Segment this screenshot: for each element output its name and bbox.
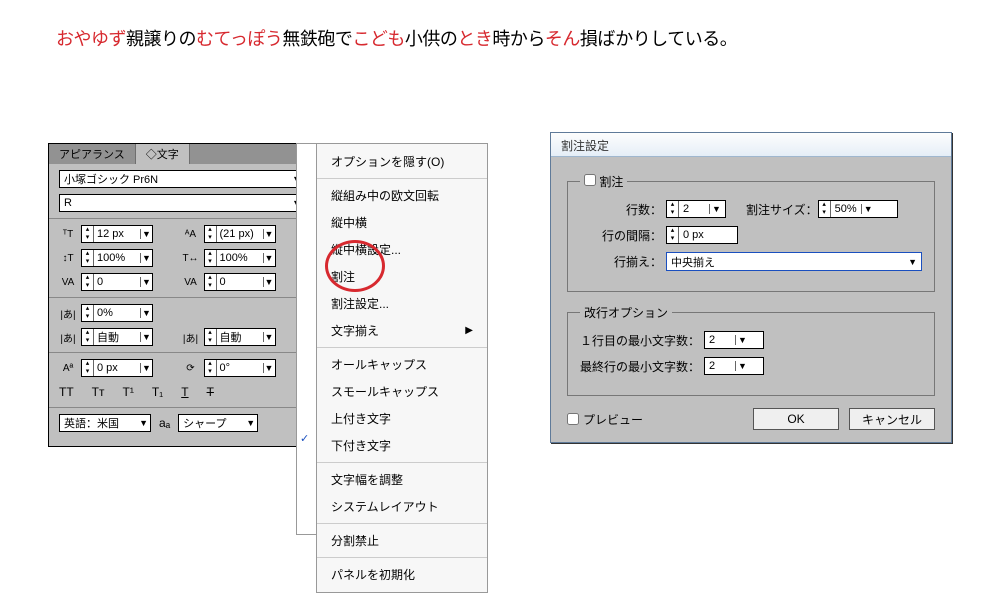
font-size-icon: ᵀT: [59, 225, 77, 243]
dialog-title: 割注設定: [551, 133, 951, 157]
language-select[interactable]: 英語：米国▼: [59, 414, 151, 432]
break-legend: 改行オプション: [580, 304, 672, 321]
rotation-icon: ⟳: [182, 359, 200, 377]
baseline-input[interactable]: ▴▾0 px▼: [81, 359, 153, 377]
menu-superscript[interactable]: 上付き文字: [317, 405, 487, 432]
font-weight-select[interactable]: R▼: [59, 194, 304, 212]
preview-checkbox[interactable]: [567, 413, 579, 425]
warichu-fieldset: 割注 行数： ▴▾2▼ 割注サイズ： ▴▾50%▼ 行の間隔： ▴▾0 px 行…: [567, 173, 935, 292]
menu-allcaps[interactable]: オールキャップス: [317, 351, 487, 378]
hscale-input[interactable]: ▴▾100%▼: [204, 249, 276, 267]
menu-tatechuyoko[interactable]: 縦中横: [317, 209, 487, 236]
menu-system-layout[interactable]: システムレイアウト: [317, 493, 487, 520]
gap-input[interactable]: ▴▾0 px: [666, 226, 738, 244]
leading-input[interactable]: ▴▾(21 px)▼: [204, 225, 276, 243]
cancel-button[interactable]: キャンセル: [849, 408, 935, 430]
menu-tatechuyoko-settings[interactable]: 縦中横設定...: [317, 236, 487, 263]
superscript-toggle[interactable]: T¹: [123, 385, 134, 399]
gap-label: 行の間隔：: [580, 227, 666, 244]
smallcaps-toggle[interactable]: Tᴛ: [92, 385, 105, 399]
kerning-input[interactable]: ▴▾0▼: [81, 273, 153, 291]
warichu-checkbox[interactable]: [584, 174, 596, 186]
rotation-input[interactable]: ▴▾0°▼: [204, 359, 276, 377]
baseline-icon: Aª: [59, 359, 77, 377]
tracking-input[interactable]: ▴▾0▼: [204, 273, 276, 291]
kerning-icon: VA: [59, 273, 77, 291]
align-label: 行揃え：: [580, 253, 666, 270]
menu-reset-panel[interactable]: パネルを初期化: [317, 561, 487, 588]
menu-warichu[interactable]: 割注: [317, 263, 487, 290]
menu-subscript[interactable]: 下付き文字: [317, 432, 487, 459]
character-panel: アピアランス ◇文字 ▾≡ 小塚ゴシック Pr6N▼ R▼ ᵀT▴▾12 px▼…: [48, 143, 315, 447]
size-input[interactable]: ▴▾50%▼: [818, 200, 898, 218]
tab-character[interactable]: ◇文字: [136, 144, 190, 164]
panel-flyout-menu: オプションを隠す(O) 縦組み中の欧文回転 縦中横 縦中横設定... 割注 割注…: [316, 143, 488, 593]
sample-sentence: おやゆず親譲りのむてっぽう無鉄砲でこども小供のとき時からそん損ばかりしている。: [56, 25, 737, 51]
menu-check-column: [296, 143, 316, 535]
menu-tatechuyoko-rotation[interactable]: 縦組み中の欧文回転: [317, 182, 487, 209]
underline-toggle[interactable]: T: [181, 385, 188, 399]
strike-toggle[interactable]: T: [207, 385, 214, 399]
lines-label: 行数：: [580, 201, 666, 218]
firstmin-input[interactable]: 2▼: [704, 331, 764, 349]
align-select[interactable]: 中央揃え▼: [666, 252, 922, 271]
lines-input[interactable]: ▴▾2▼: [666, 200, 726, 218]
break-fieldset: 改行オプション １行目の最小文字数： 2▼ 最終行の最小文字数： 2▼: [567, 304, 935, 396]
tab-appearance[interactable]: アピアランス: [49, 144, 136, 164]
antialias-label: aₐ: [159, 416, 170, 430]
aki-right-icon: |あ|: [182, 328, 200, 346]
menu-nobreak[interactable]: 分割禁止: [317, 527, 487, 554]
panel-tabbar: アピアランス ◇文字 ▾≡: [49, 144, 314, 164]
menu-proportional[interactable]: 文字幅を調整: [317, 466, 487, 493]
subscript-toggle[interactable]: T₁: [152, 385, 163, 399]
hscale-icon: T↔: [182, 249, 200, 267]
warichu-legend: 割注: [580, 173, 627, 190]
tracking-icon: VA: [182, 273, 200, 291]
menu-char-align[interactable]: 文字揃え▶: [317, 317, 487, 344]
aki-right-input[interactable]: ▴▾自動▼: [204, 328, 276, 346]
font-family-select[interactable]: 小塚ゴシック Pr6N▼: [59, 170, 304, 188]
ok-button[interactable]: OK: [753, 408, 839, 430]
leading-icon: ᴬA: [182, 225, 200, 243]
aki-before-input[interactable]: ▴▾0%▼: [81, 304, 153, 322]
size-label: 割注サイズ：: [746, 201, 818, 218]
menu-warichu-settings[interactable]: 割注設定...: [317, 290, 487, 317]
lastmin-label: 最終行の最小文字数：: [580, 358, 704, 375]
menu-smallcaps[interactable]: スモールキャップス: [317, 378, 487, 405]
aki-left-icon: |あ|: [59, 328, 77, 346]
font-size-input[interactable]: ▴▾12 px▼: [81, 225, 153, 243]
preview-checkbox-label[interactable]: プレビュー: [567, 411, 643, 428]
aki-left-input[interactable]: ▴▾自動▼: [81, 328, 153, 346]
aki-before-icon: |あ|: [59, 304, 77, 322]
warichu-dialog: 割注設定 割注 行数： ▴▾2▼ 割注サイズ： ▴▾50%▼ 行の間隔： ▴▾0…: [550, 132, 952, 443]
vscale-input[interactable]: ▴▾100%▼: [81, 249, 153, 267]
vscale-icon: ↕T: [59, 249, 77, 267]
allcaps-toggle[interactable]: TT: [59, 385, 74, 399]
menu-check-icon: ✓: [300, 432, 309, 445]
antialias-select[interactable]: シャープ▼: [178, 414, 258, 432]
firstmin-label: １行目の最小文字数：: [580, 332, 704, 349]
lastmin-input[interactable]: 2▼: [704, 357, 764, 375]
menu-hide-options[interactable]: オプションを隠す(O): [317, 148, 487, 175]
